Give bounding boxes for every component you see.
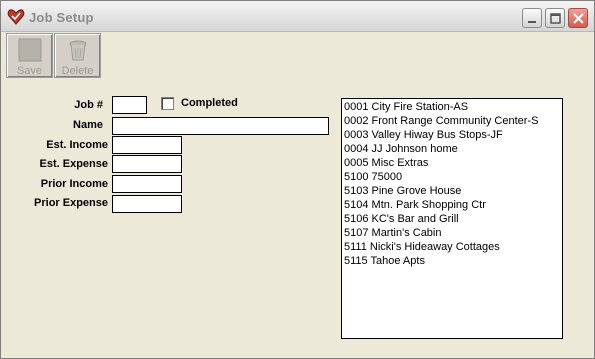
title-bar[interactable]: Job Setup [1,1,594,32]
list-item[interactable]: 5103 Pine Grove House [344,184,562,198]
est-income-input[interactable] [112,136,182,154]
est-expense-label: Est. Expense [39,158,108,170]
save-icon [18,38,42,62]
list-item[interactable]: 5104 Mtn. Park Shopping Ctr [344,198,562,212]
est-expense-input[interactable] [112,155,182,173]
maximize-icon [550,13,561,24]
list-item[interactable]: 0003 Valley Hiway Bus Stops-JF [344,128,562,142]
prior-expense-input[interactable] [112,195,182,213]
job-number-input[interactable] [112,96,147,114]
delete-label: Delete [61,65,94,77]
prior-income-input[interactable] [112,175,182,193]
job-setup-window: Job Setup Save Delete Job # Completed Na… [0,0,595,359]
list-item[interactable]: 0004 JJ Johnson home [344,142,562,156]
list-item[interactable]: 0005 Misc Extras [344,156,562,170]
list-item[interactable]: 5111 Nicki's Hideaway Cottages [344,240,562,254]
job-list[interactable]: 0001 City Fire Station-AS 0002 Front Ran… [341,98,563,339]
trash-icon [66,38,90,62]
completed-label: Completed [181,97,238,109]
minimize-button[interactable] [522,8,542,28]
close-button[interactable] [568,8,588,28]
close-icon [573,13,584,24]
delete-button[interactable]: Delete [54,33,101,78]
save-label: Save [16,65,43,77]
completed-checkbox[interactable] [161,97,174,110]
est-income-label: Est. Income [46,139,108,151]
app-heart-icon [7,8,25,26]
job-number-label: Job # [74,99,103,111]
list-item[interactable]: 5107 Martin's Cabin [344,226,562,240]
list-item[interactable]: 5106 KC's Bar and Grill [344,212,562,226]
maximize-button[interactable] [545,8,565,28]
list-item[interactable]: 0002 Front Range Community Center-S [344,114,562,128]
list-item[interactable]: 0001 City Fire Station-AS [344,100,562,114]
name-input[interactable] [112,117,329,135]
save-button[interactable]: Save [6,33,53,78]
prior-income-label: Prior Income [40,178,108,190]
list-item[interactable]: 5100 75000 [344,170,562,184]
minimize-icon [528,21,536,23]
name-label: Name [73,119,103,131]
toolbar: Save Delete [6,32,106,79]
prior-expense-label: Prior Expense [34,197,108,209]
list-item[interactable]: 5115 Tahoe Apts [344,254,562,268]
window-title: Job Setup [29,10,94,25]
